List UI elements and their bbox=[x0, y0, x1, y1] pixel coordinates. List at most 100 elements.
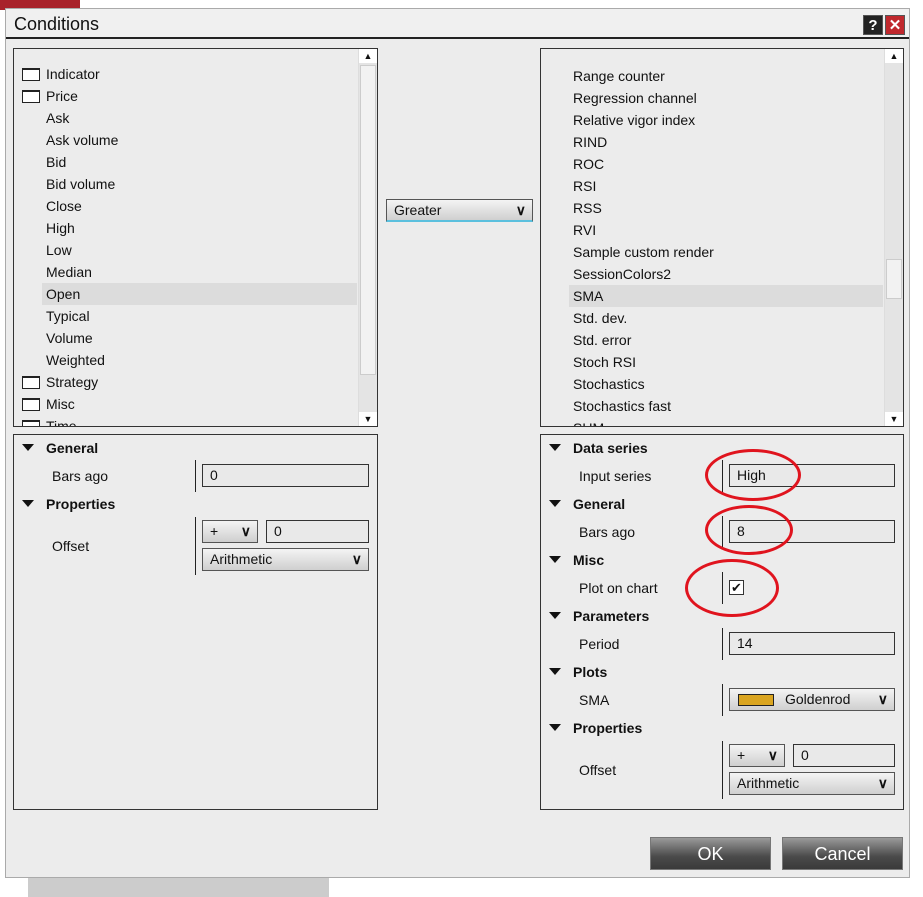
offset-sign-select[interactable]: + ∨ bbox=[202, 520, 258, 543]
close-button[interactable]: ✕ bbox=[885, 15, 905, 35]
collapse-triangle-icon[interactable] bbox=[549, 500, 561, 507]
indicator-list[interactable]: SUMStochastics fastStochasticsStoch RSIS… bbox=[540, 48, 904, 427]
offset-label: Offset bbox=[52, 538, 90, 554]
scroll-up-icon[interactable]: ▲ bbox=[885, 49, 903, 63]
bars-ago-input[interactable]: 0 bbox=[202, 464, 369, 487]
operator-select[interactable]: Greater ∨ bbox=[386, 199, 533, 222]
indicator-item[interactable]: RSS bbox=[569, 197, 883, 219]
offset-label: Offset bbox=[579, 762, 617, 778]
tree-item[interactable]: High bbox=[42, 217, 357, 239]
offset-type-value: Arithmetic bbox=[210, 551, 273, 567]
category-parameters[interactable]: Parameters bbox=[549, 605, 649, 627]
divider bbox=[195, 517, 196, 575]
plot-on-chart-label: Plot on chart bbox=[579, 580, 658, 596]
collapse-triangle-icon[interactable] bbox=[549, 668, 561, 675]
offset-type-select[interactable]: Arithmetic ∨ bbox=[202, 548, 369, 571]
indicator-item[interactable]: Relative vigor index bbox=[569, 109, 883, 131]
tree-item[interactable]: Price bbox=[22, 85, 78, 107]
tree-item[interactable]: Bid bbox=[42, 151, 357, 173]
divider bbox=[722, 628, 723, 660]
tree-item[interactable]: Low bbox=[42, 239, 357, 261]
indicator-item[interactable]: RSI bbox=[569, 175, 883, 197]
tree-item[interactable]: Ask volume bbox=[42, 129, 357, 151]
category-misc[interactable]: Misc bbox=[549, 549, 604, 571]
period-label: Period bbox=[579, 636, 620, 652]
bars-ago-label: Bars ago bbox=[579, 524, 636, 540]
tree-item[interactable]: Bid volume bbox=[42, 173, 357, 195]
category-general[interactable]: General bbox=[549, 493, 625, 515]
tree-item-label: Ask bbox=[46, 110, 70, 126]
scroll-down-icon[interactable]: ▼ bbox=[885, 412, 903, 426]
category-properties[interactable]: Properties bbox=[549, 717, 642, 739]
indicator-item[interactable]: SUM bbox=[569, 417, 883, 426]
indicator-item[interactable]: Stochastics fast bbox=[569, 395, 883, 417]
category-data-series[interactable]: Data series bbox=[549, 437, 648, 459]
tree-item-label: Price bbox=[46, 88, 78, 104]
tree-item[interactable]: Open bbox=[42, 283, 357, 305]
help-button[interactable]: ? bbox=[863, 15, 883, 35]
folder-icon bbox=[22, 398, 40, 411]
offset-type-value: Arithmetic bbox=[737, 775, 800, 791]
operator-value: Greater bbox=[394, 202, 442, 218]
indicator-item[interactable]: Std. error bbox=[569, 329, 883, 351]
tree-item[interactable]: Volume bbox=[42, 327, 357, 349]
tree-item[interactable]: Ask bbox=[42, 107, 357, 129]
tree-item[interactable]: Indicator bbox=[22, 63, 100, 85]
conditions-dialog: Conditions ? ✕ Time Misc Strategy Weighted V… bbox=[5, 8, 910, 878]
scroll-thumb[interactable] bbox=[360, 65, 376, 375]
offset-value-input[interactable]: 0 bbox=[793, 744, 895, 767]
tree-item-label: Close bbox=[46, 198, 82, 214]
right-list-scrollbar[interactable]: ▲ ▼ bbox=[884, 49, 903, 426]
tree-item[interactable]: Time bbox=[22, 415, 77, 426]
tree-item[interactable]: Weighted bbox=[42, 349, 357, 371]
left-list-scrollbar[interactable]: ▲ ▼ bbox=[358, 49, 377, 426]
tree-item-label: Misc bbox=[46, 396, 75, 412]
offset-type-select[interactable]: Arithmetic ∨ bbox=[729, 772, 895, 795]
category-plots[interactable]: Plots bbox=[549, 661, 607, 683]
indicator-item[interactable]: Stoch RSI bbox=[569, 351, 883, 373]
title-bar[interactable]: Conditions ? ✕ bbox=[6, 9, 909, 39]
cancel-button[interactable]: Cancel bbox=[782, 837, 903, 870]
tree-item[interactable]: Typical bbox=[42, 305, 357, 327]
indicator-item[interactable]: Range counter bbox=[569, 65, 883, 87]
indicator-item[interactable]: SMA bbox=[569, 285, 883, 307]
collapse-triangle-icon[interactable] bbox=[549, 612, 561, 619]
ok-button[interactable]: OK bbox=[650, 837, 771, 870]
indicator-item[interactable]: RVI bbox=[569, 219, 883, 241]
tree-item-label: Weighted bbox=[46, 352, 105, 368]
chevron-down-icon: ∨ bbox=[877, 775, 888, 791]
annotation-circle bbox=[705, 505, 793, 555]
sma-color-select[interactable]: Goldenrod ∨ bbox=[729, 688, 895, 711]
indicator-item[interactable]: Regression channel bbox=[569, 87, 883, 109]
left-property-grid: General Bars ago 0 Properties Offset + ∨ … bbox=[13, 434, 378, 810]
price-type-tree[interactable]: Time Misc Strategy Weighted Volume Typical Ope… bbox=[13, 48, 378, 427]
collapse-triangle-icon[interactable] bbox=[22, 444, 34, 451]
category-general[interactable]: General bbox=[22, 437, 98, 459]
sma-plot-label: SMA bbox=[579, 692, 610, 708]
category-label: General bbox=[573, 496, 626, 512]
offset-sign-select[interactable]: + ∨ bbox=[729, 744, 785, 767]
category-label: Misc bbox=[573, 552, 605, 568]
tree-item[interactable]: Misc bbox=[22, 393, 75, 415]
collapse-triangle-icon[interactable] bbox=[549, 724, 561, 731]
scroll-down-icon[interactable]: ▼ bbox=[359, 412, 377, 426]
indicator-item[interactable]: SessionColors2 bbox=[569, 263, 883, 285]
input-series-label: Input series bbox=[579, 468, 652, 484]
category-properties[interactable]: Properties bbox=[22, 493, 115, 515]
offset-value-input[interactable]: 0 bbox=[266, 520, 369, 543]
indicator-item[interactable]: ROC bbox=[569, 153, 883, 175]
scroll-up-icon[interactable]: ▲ bbox=[359, 49, 377, 63]
period-input[interactable]: 14 bbox=[729, 632, 895, 655]
scroll-thumb[interactable] bbox=[886, 259, 902, 299]
collapse-triangle-icon[interactable] bbox=[549, 556, 561, 563]
indicator-item[interactable]: Sample custom render bbox=[569, 241, 883, 263]
tree-item[interactable]: Close bbox=[42, 195, 357, 217]
indicator-item[interactable]: RIND bbox=[569, 131, 883, 153]
indicator-item[interactable]: Std. dev. bbox=[569, 307, 883, 329]
indicator-item[interactable]: Stochastics bbox=[569, 373, 883, 395]
chevron-down-icon: ∨ bbox=[515, 202, 526, 218]
tree-item[interactable]: Strategy bbox=[22, 371, 98, 393]
collapse-triangle-icon[interactable] bbox=[22, 500, 34, 507]
tree-item[interactable]: Median bbox=[42, 261, 357, 283]
collapse-triangle-icon[interactable] bbox=[549, 444, 561, 451]
